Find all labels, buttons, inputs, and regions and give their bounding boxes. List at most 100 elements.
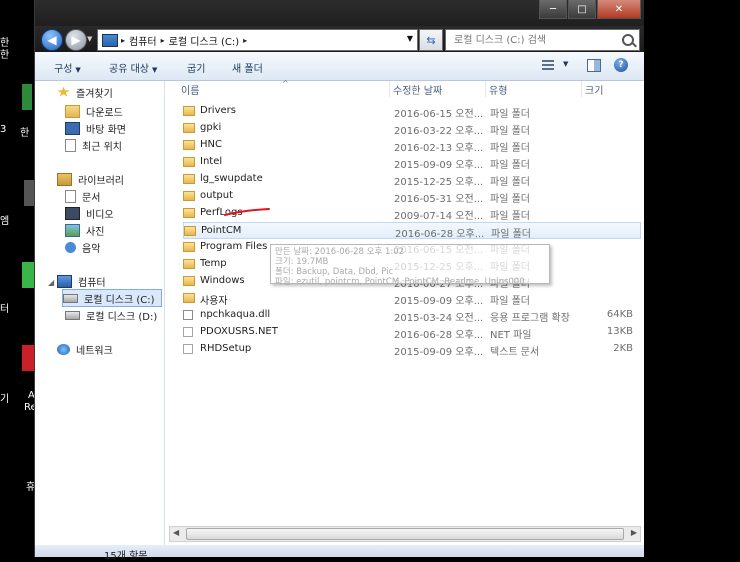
minimize-button[interactable]: ─: [539, 0, 567, 19]
desktop-icon[interactable]: [22, 262, 34, 288]
file-type: 파일 폴더: [490, 126, 530, 137]
computer-icon: [102, 33, 118, 47]
nav-item-label: 최근 위치: [82, 141, 122, 153]
preview-pane-button[interactable]: [587, 59, 601, 72]
share-with-label: 공유 대상: [109, 64, 149, 75]
file-row[interactable]: RHDSetup 2015-09-09 오후... 텍스트 문서 2KB: [183, 341, 641, 358]
recent-pages-dropdown[interactable]: ▼: [87, 35, 92, 43]
nav-item-desktop[interactable]: 바탕 화면: [65, 120, 126, 136]
file-type: 파일 폴더: [490, 109, 530, 120]
file-row[interactable]: Intel 2015-09-09 오후... 파일 폴더: [183, 154, 641, 171]
column-header-type[interactable]: 유형: [489, 81, 582, 97]
file-name: 사용자: [200, 296, 228, 307]
nav-item-music[interactable]: 음악: [65, 239, 100, 255]
breadcrumb-separator[interactable]: ▸: [161, 36, 165, 45]
search-input[interactable]: [452, 33, 621, 47]
breadcrumb-local-disk-c[interactable]: 로컬 디스크 (C:): [169, 33, 240, 48]
breadcrumb-separator[interactable]: ▸: [243, 36, 247, 45]
nav-network-label: 네트워크: [76, 345, 113, 357]
back-button[interactable]: ◀: [41, 29, 63, 51]
horizontal-scrollbar[interactable]: ◀ ▶: [169, 526, 641, 542]
status-bar: 15개 항목: [35, 545, 645, 562]
new-folder-button[interactable]: 새 폴더: [232, 60, 263, 75]
dll-file-icon: [183, 310, 193, 320]
chevron-down-icon[interactable]: ▼: [407, 34, 413, 43]
file-name: lg_swupdate: [200, 173, 263, 184]
file-name: Intel: [200, 156, 223, 167]
column-header-size[interactable]: 크기: [585, 81, 641, 97]
nav-libraries[interactable]: 라이브러리: [57, 171, 124, 187]
folder-icon: [183, 242, 195, 252]
file-row[interactable]: output 2016-05-31 오전... 파일 폴더: [183, 188, 641, 205]
file-row[interactable]: lg_swupdate 2015-12-25 오후... 파일 폴더: [183, 171, 641, 188]
nav-computer[interactable]: 컴퓨터: [57, 273, 106, 289]
file-name: RHDSetup: [200, 343, 252, 354]
close-button[interactable]: ✕: [597, 0, 641, 19]
nav-item-downloads[interactable]: 다운로드: [65, 103, 123, 119]
desktop-icon[interactable]: [24, 180, 34, 206]
nav-item-local-disk-c[interactable]: 로컬 디스크 (C:): [62, 289, 162, 307]
search-icon[interactable]: [622, 34, 634, 46]
music-icon: [65, 241, 76, 253]
folder-icon: [183, 140, 195, 150]
tooltip-size: 크기: 19.7MB: [275, 257, 329, 267]
nav-item-pictures[interactable]: 사진: [65, 222, 104, 238]
column-header-label: 유형: [489, 85, 508, 97]
folder-icon: [183, 208, 195, 218]
burn-button[interactable]: 굽기: [187, 60, 205, 75]
maximize-button[interactable]: □: [568, 0, 596, 19]
file-date: 2015-09-09 오후...: [394, 296, 484, 307]
item-count: 15개 항목: [104, 551, 148, 562]
desktop-icon[interactable]: [22, 345, 34, 371]
file-row[interactable]: npchkaqua.dll 2015-03-24 오전... 응용 프로그램 확장 6…: [183, 307, 641, 324]
search-box[interactable]: [445, 29, 640, 51]
file-size: 2KB: [613, 343, 633, 354]
file-row[interactable]: HNC 2016-02-13 오후... 파일 폴더: [183, 137, 641, 154]
forward-button[interactable]: ▶: [65, 29, 87, 51]
desktop-icon: [65, 121, 80, 135]
share-with-button[interactable]: 공유 대상 ▼: [109, 60, 157, 75]
breadcrumb-computer[interactable]: 컴퓨터: [129, 33, 157, 48]
file-row[interactable]: PDOXUSRS.NET 2016-06-28 오후... NET 파일 13KB: [183, 324, 641, 341]
file-date: 2016-05-31 오전...: [394, 194, 484, 205]
red-underline-annotation: [224, 208, 270, 216]
scrollbar-thumb[interactable]: [186, 528, 624, 540]
help-button[interactable]: ?: [614, 58, 628, 72]
file-row[interactable]: PointCM 2016-06-28 오후... 파일 폴더: [183, 222, 641, 240]
scroll-right-icon[interactable]: ▶: [631, 528, 637, 537]
file-row[interactable]: gpki 2016-03-22 오후... 파일 폴더: [183, 120, 641, 137]
file-row[interactable]: Drivers 2016-06-15 오전... 파일 폴더: [183, 103, 641, 120]
file-row[interactable]: 사용자 2015-09-09 오후... 파일 폴더: [183, 290, 641, 307]
refresh-button[interactable]: ⇆: [419, 29, 443, 51]
file-type: 파일 폴더: [491, 229, 531, 240]
computer-icon: [57, 274, 72, 288]
nav-favorites[interactable]: 즐겨찾기: [57, 84, 113, 100]
column-header-date[interactable]: 수정한 날짜: [393, 81, 486, 97]
scroll-left-icon[interactable]: ◀: [173, 528, 179, 537]
folder-info-tooltip: 만든 날짜: 2016-06-28 오후 1:02 크기: 19.7MB 폴더:…: [270, 244, 550, 287]
nav-item-label: 문서: [82, 192, 101, 204]
view-options-icon[interactable]: [542, 60, 554, 70]
command-bar: 구성 ▼ 공유 대상 ▼ 굽기 새 폴더 ▼ ?: [35, 52, 645, 81]
expand-arrow-icon[interactable]: ◢: [48, 278, 54, 287]
organize-button[interactable]: 구성 ▼: [54, 60, 81, 75]
nav-item-recent-places[interactable]: 최근 위치: [65, 137, 122, 153]
address-bar[interactable]: ▸ 컴퓨터 ▸ 로컬 디스크 (C:) ▸ ▼: [97, 29, 418, 51]
tooltip-files: 파일: ezutil, pointcm, PointCM, PointCM, R…: [275, 277, 525, 287]
breadcrumb-separator[interactable]: ▸: [121, 36, 125, 45]
chevron-down-icon[interactable]: ▼: [563, 60, 568, 68]
nav-item-documents[interactable]: 문서: [65, 188, 100, 204]
folder-icon: [183, 293, 195, 303]
desktop-fragment: 터: [0, 304, 10, 315]
nav-item-videos[interactable]: 비디오: [65, 205, 114, 221]
file-size: 64KB: [606, 309, 633, 320]
tooltip-created: 만든 날짜: 2016-06-28 오후 1:02: [275, 247, 405, 257]
nav-network[interactable]: 네트워크: [57, 341, 113, 357]
sort-ascending-icon: ^: [282, 79, 289, 88]
star-icon: [57, 86, 70, 97]
desktop-icon[interactable]: [22, 84, 32, 110]
title-bar[interactable]: ─ □ ✕: [35, 0, 645, 26]
drive-icon: [63, 293, 78, 303]
nav-item-label: 음악: [82, 243, 101, 255]
nav-item-local-disk-d[interactable]: 로컬 디스크 (D:): [65, 307, 157, 323]
